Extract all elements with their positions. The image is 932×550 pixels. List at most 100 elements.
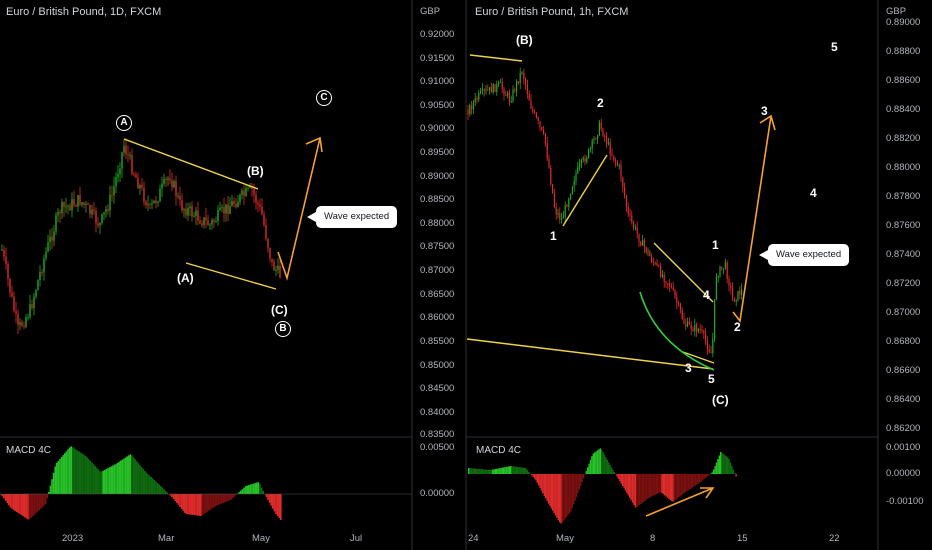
macd-bar bbox=[479, 469, 481, 474]
macd-bar bbox=[476, 468, 478, 474]
right-x-tick: 8 bbox=[650, 533, 656, 544]
left-y-tick: 0.92000 bbox=[420, 29, 455, 40]
left-indicator-label[interactable]: MACD 4C bbox=[6, 445, 51, 456]
candle-body bbox=[85, 203, 87, 205]
candle-body bbox=[663, 274, 665, 282]
candle-body bbox=[534, 111, 536, 113]
macd-bar bbox=[484, 469, 487, 474]
macd-bar bbox=[156, 483, 159, 494]
candle-body bbox=[65, 206, 67, 208]
candle-body bbox=[221, 207, 223, 209]
macd-bar bbox=[195, 494, 197, 516]
macd-bar bbox=[126, 456, 128, 494]
macd-bar bbox=[580, 474, 582, 486]
macd-bar bbox=[680, 474, 683, 496]
macd-bar bbox=[658, 474, 660, 493]
macd-bar bbox=[100, 471, 103, 494]
macd-bar bbox=[578, 474, 580, 490]
candle-body bbox=[89, 204, 91, 215]
right-subwave-label-2: 2 bbox=[734, 320, 741, 334]
macd-bar bbox=[512, 466, 515, 474]
macd-bar bbox=[672, 474, 674, 502]
right-wave-label-b-paren: (B) bbox=[516, 33, 533, 47]
candle-body bbox=[525, 79, 527, 85]
candle-body bbox=[714, 299, 716, 339]
macd-bar bbox=[477, 468, 480, 474]
macd-bar bbox=[270, 494, 272, 506]
macd-bar bbox=[617, 474, 620, 479]
candle-body bbox=[564, 205, 566, 218]
candle-body bbox=[109, 194, 111, 211]
candle-body bbox=[723, 268, 725, 270]
candle-body bbox=[161, 183, 163, 189]
macd-bar bbox=[200, 494, 202, 516]
left-x-tick: Mar bbox=[158, 533, 175, 544]
candle-body bbox=[717, 276, 719, 278]
candle-body bbox=[117, 174, 119, 178]
macd-bar bbox=[32, 494, 34, 517]
chart-canvas[interactable] bbox=[0, 0, 932, 550]
macd-bar bbox=[214, 494, 216, 507]
macd-bar bbox=[598, 449, 600, 474]
macd-bar bbox=[596, 450, 599, 474]
macd-bar bbox=[559, 474, 561, 523]
candle-body bbox=[654, 262, 656, 264]
macd-bar bbox=[575, 474, 578, 497]
macd-bar bbox=[629, 474, 631, 498]
right-wave-line-1-2 bbox=[562, 154, 608, 227]
left-x-tick: Jul bbox=[350, 533, 363, 544]
macd-bar bbox=[638, 474, 641, 506]
macd-bar bbox=[52, 472, 55, 494]
macd-bar bbox=[81, 453, 84, 494]
macd-bar bbox=[609, 464, 611, 474]
macd-bar bbox=[203, 494, 205, 514]
macd-bar bbox=[469, 468, 471, 474]
macd-bar bbox=[497, 468, 499, 474]
macd-bar bbox=[592, 453, 594, 474]
candle-body bbox=[169, 178, 171, 181]
left-x-tick: May bbox=[252, 533, 270, 544]
right-y-tick: 0.88800 bbox=[886, 46, 921, 57]
candle-body bbox=[559, 212, 561, 220]
macd-bar bbox=[144, 470, 146, 494]
macd-bar bbox=[24, 494, 26, 518]
candle-body bbox=[625, 195, 627, 207]
macd-bar bbox=[174, 494, 176, 501]
macd-bar bbox=[589, 459, 592, 474]
candle-body bbox=[507, 93, 509, 96]
macd-bar bbox=[494, 469, 496, 474]
macd-bar bbox=[75, 449, 77, 494]
macd-bar bbox=[35, 494, 37, 514]
macd-bar bbox=[280, 494, 282, 520]
candle-body bbox=[97, 223, 99, 226]
candle-body bbox=[137, 177, 139, 189]
macd-bar bbox=[620, 474, 622, 484]
macd-bar bbox=[706, 474, 708, 477]
macd-bar bbox=[73, 448, 76, 494]
candle-body bbox=[195, 210, 197, 216]
macd-bar bbox=[257, 482, 260, 494]
candle-body bbox=[690, 324, 692, 330]
right-chart-title: Euro / British Pound, 1h, FXCM bbox=[475, 6, 629, 18]
left-y-tick: 0.84000 bbox=[420, 407, 455, 418]
macd-bar bbox=[65, 451, 68, 494]
macd-bar bbox=[543, 474, 545, 496]
candle-body bbox=[642, 239, 644, 246]
candle-body bbox=[489, 86, 491, 91]
macd-bar bbox=[554, 474, 557, 516]
candle-body bbox=[687, 321, 689, 327]
candle-body bbox=[638, 233, 640, 242]
candle-body bbox=[135, 174, 137, 178]
candle-body bbox=[674, 289, 676, 297]
candle-body bbox=[163, 178, 165, 184]
candle-body bbox=[557, 212, 559, 215]
candle-body bbox=[514, 89, 516, 91]
candle-body bbox=[586, 157, 588, 162]
candle-body bbox=[159, 188, 161, 202]
candle-body bbox=[595, 138, 597, 140]
candle-body bbox=[125, 145, 127, 154]
candle-body bbox=[705, 333, 707, 342]
candle-body bbox=[57, 212, 59, 216]
candle-body bbox=[683, 318, 685, 324]
right-indicator-label[interactable]: MACD 4C bbox=[476, 445, 521, 456]
